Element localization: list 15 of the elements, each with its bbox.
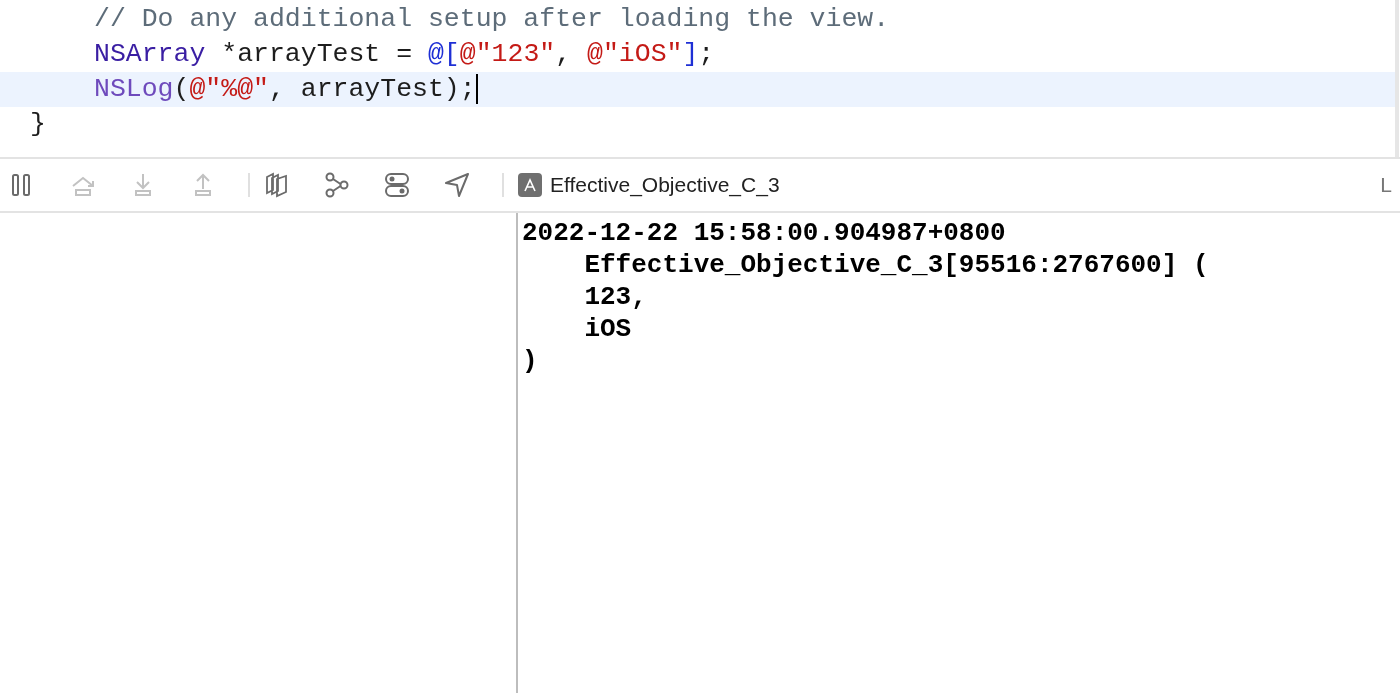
target-name[interactable]: Effective_Objective_C_3 (550, 169, 780, 201)
code-line: NSArray *arrayTest = @[@"123", @"iOS"]; (93, 38, 716, 71)
console-line: ) (522, 345, 539, 377)
layers-icon (264, 172, 290, 198)
console-line: 123, (583, 281, 648, 313)
console-line: iOS (583, 313, 633, 345)
location-arrow-icon (444, 172, 470, 198)
toggle-icon (384, 172, 410, 198)
code-line: } (29, 108, 47, 141)
graph-icon (324, 172, 350, 198)
console-line: Effective_Objective_C_3[95516:2767600] ( (583, 249, 1209, 281)
console-line: 2022-12-22 15:58:00.904987+0800 (522, 217, 1007, 249)
app-icon (518, 173, 542, 197)
code-line: // Do any additional setup after loading the view. (93, 3, 891, 36)
toolbar-label: L (1380, 172, 1392, 199)
